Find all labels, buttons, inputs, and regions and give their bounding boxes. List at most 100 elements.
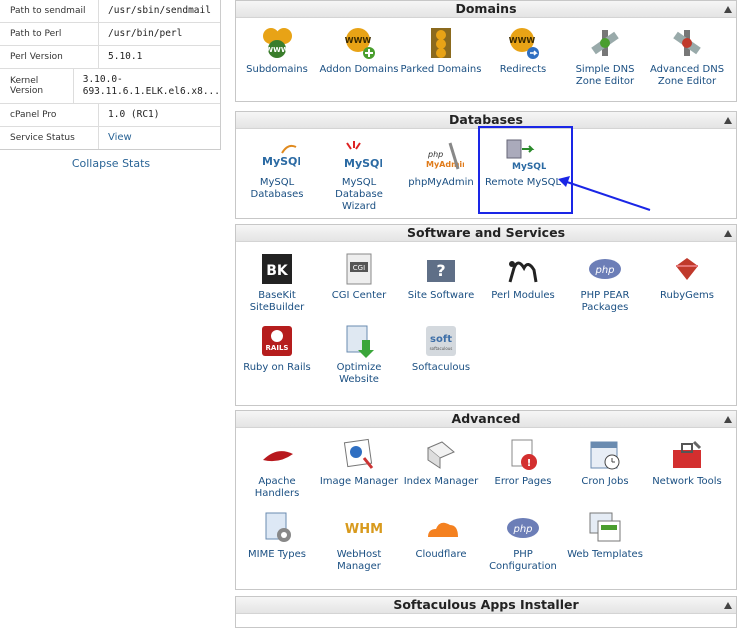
stat-row-kernel: Kernel Version 3.10.0- 693.11.6.1.ELK.el… (0, 68, 220, 103)
softaculous-apps-installer-panel: Softaculous Apps Installer (235, 596, 737, 628)
webhost-manager-link[interactable]: WHM WebHost Manager (318, 511, 400, 573)
collapse-arrow-icon[interactable] (724, 6, 732, 13)
item-label: PHP PEAR Packages (580, 290, 630, 313)
network-tools-link[interactable]: Network Tools (646, 438, 728, 488)
item-label: Simple DNS Zone Editor (575, 64, 635, 87)
item-label: Web Templates (567, 549, 643, 560)
item-label: Apache Handlers (254, 476, 300, 499)
stat-label: Perl Version (10, 52, 63, 62)
panel-title: Databases (449, 112, 523, 127)
site-software-icon: ? (424, 252, 458, 286)
svg-text:CGI: CGI (353, 264, 365, 272)
apache-handlers-link[interactable]: Apache Handlers (236, 438, 318, 500)
cron-calendar-icon (588, 438, 622, 472)
panel-title: Advanced (451, 411, 521, 426)
stat-row-perl-path: Path to Perl /usr/bin/perl (0, 22, 220, 45)
item-label: RubyGems (660, 290, 714, 301)
whm-icon: WHM (342, 511, 383, 545)
svg-text:softaculous: softaculous (430, 346, 453, 351)
simple-dns-zone-editor-link[interactable]: Simple DNS Zone Editor (564, 26, 646, 88)
apache-feather-icon (260, 438, 294, 472)
item-label: Cloudflare (415, 549, 467, 560)
stat-label: Path to sendmail (10, 6, 86, 16)
panel-header[interactable]: Domains (236, 1, 736, 18)
item-label: Cron Jobs (581, 476, 629, 487)
index-manager-icon (424, 438, 458, 472)
php-pear-packages-link[interactable]: php PHP PEAR Packages (564, 252, 646, 314)
addon-domains-link[interactable]: WWW Addon Domains (318, 26, 400, 76)
image-manager-link[interactable]: Image Manager (318, 438, 400, 488)
panel-header[interactable]: Software and Services (236, 225, 736, 242)
item-label: Parked Domains (400, 64, 482, 75)
parked-domains-link[interactable]: Parked Domains (400, 26, 482, 76)
image-manager-icon (342, 438, 376, 472)
basekit-sitebuilder-link[interactable]: BK BaseKit SiteBuilder (236, 252, 318, 314)
php-config-icon: php (506, 511, 540, 545)
advanced-dns-zone-editor-link[interactable]: Advanced DNS Zone Editor (646, 26, 728, 88)
phpmyadmin-link[interactable]: php MyAdmin phpMyAdmin (400, 139, 482, 189)
software-services-panel: Software and Services BK BaseKit SiteBui… (235, 224, 737, 406)
site-software-link[interactable]: ? Site Software (400, 252, 482, 302)
mysql-databases-link[interactable]: MySQL MySQL Databases (236, 139, 318, 201)
collapse-arrow-icon[interactable] (724, 117, 732, 124)
stat-value: /usr/bin/perl (98, 23, 220, 45)
advanced-panel: Advanced Apache Handlers Image Manager I… (235, 410, 737, 590)
perl-camel-icon (506, 252, 540, 286)
item-label: PHP Configuration (489, 549, 557, 572)
item-label: WebHost Manager (336, 549, 382, 572)
php-configuration-link[interactable]: php PHP Configuration (482, 511, 564, 573)
softaculous-link[interactable]: soft softaculous Softaculous (400, 324, 482, 374)
mysql-database-wizard-link[interactable]: MySQL MySQL Database Wizard (318, 139, 400, 213)
web-templates-icon (588, 511, 622, 545)
svg-text:php: php (427, 150, 443, 159)
item-label: Addon Domains (319, 64, 399, 75)
basekit-icon: BK (260, 252, 294, 286)
mime-types-link[interactable]: MIME Types (236, 511, 318, 561)
rubygems-link[interactable]: RubyGems (646, 252, 728, 302)
stat-value: 1.0 (RC1) (98, 104, 220, 126)
collapse-arrow-icon[interactable] (724, 230, 732, 237)
panel-header[interactable]: Advanced (236, 411, 736, 428)
dns-satellite-icon (588, 26, 622, 60)
collapse-stats-link[interactable]: Collapse Stats (0, 157, 222, 170)
cloudflare-link[interactable]: Cloudflare (400, 511, 482, 561)
service-status-view-link[interactable]: View (98, 127, 220, 149)
item-label: Softaculous (411, 362, 471, 373)
item-label: Image Manager (319, 476, 399, 487)
collapse-arrow-icon[interactable] (724, 416, 732, 423)
item-label: MIME Types (248, 549, 306, 560)
www-parked-icon (424, 26, 458, 60)
svg-text:WWW: WWW (265, 46, 288, 54)
optimize-website-link[interactable]: Optimize Website (318, 324, 400, 386)
error-pages-link[interactable]: ! Error Pages (482, 438, 564, 488)
svg-text:RAILS: RAILS (266, 344, 289, 352)
subdomains-link[interactable]: WWW Subdomains (236, 26, 318, 76)
panel-header[interactable]: Softaculous Apps Installer (236, 597, 736, 614)
phpmyadmin-icon: php MyAdmin (424, 139, 468, 173)
www-addon-icon: WWW (342, 26, 376, 60)
mime-types-icon (260, 511, 294, 545)
dns-advanced-icon (670, 26, 704, 60)
item-label: MySQL Database Wizard (335, 177, 383, 212)
panel-title: Software and Services (406, 225, 566, 240)
web-templates-link[interactable]: Web Templates (564, 511, 646, 561)
cgi-center-link[interactable]: CGI CGI Center (318, 252, 400, 302)
cron-jobs-link[interactable]: Cron Jobs (564, 438, 646, 488)
ruby-on-rails-link[interactable]: RAILS Ruby on Rails (236, 324, 318, 374)
item-label: Error Pages (494, 476, 552, 487)
svg-text:BK: BK (266, 263, 289, 279)
item-label: BaseKit SiteBuilder (249, 290, 305, 313)
stat-value: /usr/sbin/sendmail (98, 0, 220, 22)
item-label: Advanced DNS Zone Editor (649, 64, 725, 87)
index-manager-link[interactable]: Index Manager (400, 438, 482, 488)
stat-row-service-status: Service Status View (0, 126, 220, 149)
rails-icon: RAILS (260, 324, 294, 358)
item-label: MySQL Databases (250, 177, 304, 200)
php-pear-icon: php (588, 252, 622, 286)
domains-panel: Domains WWW Subdomains WWW Addon Domains… (235, 0, 737, 102)
stat-label: Service Status (10, 133, 75, 143)
perl-modules-link[interactable]: Perl Modules (482, 252, 564, 302)
redirects-link[interactable]: WWW Redirects (482, 26, 564, 76)
optimize-icon (342, 324, 376, 358)
collapse-arrow-icon[interactable] (724, 602, 732, 609)
